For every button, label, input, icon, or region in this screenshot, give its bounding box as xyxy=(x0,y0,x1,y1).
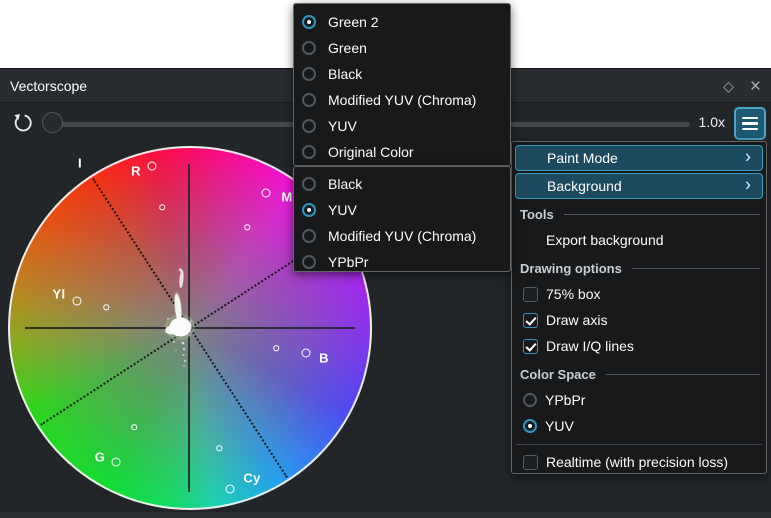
paint-mode-menu-button[interactable]: Paint Mode › xyxy=(515,145,763,171)
paint-mode-item-green2[interactable]: Green 2 xyxy=(294,9,510,35)
radio-icon[interactable] xyxy=(302,203,316,217)
page: Vectorscope ◇ × 1.0x I R M Yl B G Cy xyxy=(0,0,771,518)
radio-label: YUV xyxy=(545,418,574,434)
wheel-label-m: M xyxy=(281,190,292,205)
background-item-ypbpr[interactable]: YPbPr xyxy=(294,249,510,275)
paint-mode-item-modified-yuv[interactable]: Modified YUV (Chroma) xyxy=(294,87,510,113)
target-ring xyxy=(131,424,137,430)
radio-icon[interactable] xyxy=(302,15,316,29)
menu-item-label: Original Color xyxy=(328,144,414,160)
menu-item-label: YUV xyxy=(328,202,357,218)
target-ring xyxy=(112,458,121,467)
options-menu: Paint Mode › Background › Tools Export b… xyxy=(511,141,767,474)
checkbox-icon[interactable] xyxy=(523,287,538,302)
wheel-label-g: G xyxy=(95,450,105,465)
paint-mode-item-green[interactable]: Green xyxy=(294,35,510,61)
paint-mode-item-black[interactable]: Black xyxy=(294,61,510,87)
zoom-slider-handle[interactable] xyxy=(42,112,63,133)
menu-item-label: Black xyxy=(328,66,362,82)
chevron-right-icon: › xyxy=(745,175,751,196)
checkbox-draw-iq-lines[interactable]: Draw I/Q lines xyxy=(512,333,766,359)
menu-item-label: Green 2 xyxy=(328,14,379,30)
target-ring xyxy=(216,445,222,451)
target-ring xyxy=(273,345,279,351)
menu-item-label: Export background xyxy=(546,232,664,248)
radio-icon[interactable] xyxy=(302,67,316,81)
menu-item-label: Modified YUV (Chroma) xyxy=(328,228,476,244)
radio-icon[interactable] xyxy=(302,93,316,107)
menu-item-label: Black xyxy=(328,176,362,192)
checkbox-75-box[interactable]: 75% box xyxy=(512,281,766,307)
radio-icon[interactable] xyxy=(302,145,316,159)
menu-item-label: YPbPr xyxy=(328,254,368,270)
radio-icon[interactable] xyxy=(523,393,537,407)
radio-icon[interactable] xyxy=(302,177,316,191)
checkbox-realtime[interactable]: Realtime (with precision loss) xyxy=(512,449,766,475)
drawing-options-section-header: Drawing options xyxy=(512,255,766,281)
target-ring xyxy=(73,297,82,306)
radio-icon[interactable] xyxy=(302,229,316,243)
paint-mode-item-original-color[interactable]: Original Color xyxy=(294,139,510,165)
paint-mode-item-yuv[interactable]: YUV xyxy=(294,113,510,139)
submenu-label: Background xyxy=(547,178,622,194)
paint-mode-submenu: Green 2 Green Black Modified YUV (Chroma… xyxy=(293,3,511,166)
menu-item-label: Modified YUV (Chroma) xyxy=(328,92,476,108)
background-item-black[interactable]: Black xyxy=(294,171,510,197)
tools-section-header: Tools xyxy=(512,201,766,227)
menu-item-label: Green xyxy=(328,40,367,56)
export-background-item[interactable]: Export background xyxy=(512,227,766,253)
checkbox-checked-icon[interactable] xyxy=(523,339,538,354)
radio-icon[interactable] xyxy=(302,41,316,55)
checkbox-label: Realtime (with precision loss) xyxy=(546,454,728,470)
background-submenu: Black YUV Modified YUV (Chroma) YPbPr xyxy=(293,166,511,272)
wheel-label-cy: Cy xyxy=(243,471,260,486)
checkbox-checked-icon[interactable] xyxy=(523,313,538,328)
chevron-right-icon: › xyxy=(745,147,751,168)
zoom-level-label: 1.0x xyxy=(699,114,725,130)
window-bottom-edge xyxy=(0,512,771,518)
wheel-label-b: B xyxy=(319,351,329,366)
wheel-label-r: R xyxy=(131,164,141,179)
color-space-section-header: Color Space xyxy=(512,361,766,387)
menu-separator xyxy=(516,444,762,445)
checkbox-label: Draw I/Q lines xyxy=(546,338,634,354)
checkbox-label: Draw axis xyxy=(546,312,607,328)
colorspace-item-ypbpr[interactable]: YPbPr xyxy=(512,387,766,413)
checkbox-label: 75% box xyxy=(546,286,600,302)
target-ring xyxy=(103,304,109,310)
target-ring xyxy=(302,349,311,358)
hamburger-menu-button[interactable] xyxy=(734,107,766,140)
radio-selected-icon[interactable] xyxy=(523,419,537,433)
wheel-label-yl: Yl xyxy=(53,287,66,302)
background-menu-button[interactable]: Background › xyxy=(515,173,763,199)
signal-trace-blob xyxy=(150,251,210,381)
target-ring xyxy=(226,485,235,494)
colorspace-item-yuv[interactable]: YUV xyxy=(512,413,766,439)
radio-label: YPbPr xyxy=(545,392,585,408)
menu-item-label: YUV xyxy=(328,118,357,134)
target-ring xyxy=(159,204,165,210)
background-item-modified-yuv[interactable]: Modified YUV (Chroma) xyxy=(294,223,510,249)
window-title: Vectorscope xyxy=(0,78,87,94)
checkbox-icon[interactable] xyxy=(523,455,538,470)
radio-icon[interactable] xyxy=(302,255,316,269)
close-icon[interactable]: × xyxy=(750,77,761,96)
target-ring xyxy=(148,162,157,171)
target-ring xyxy=(244,224,250,230)
target-ring xyxy=(262,189,271,198)
refresh-icon[interactable] xyxy=(12,112,34,134)
float-window-icon[interactable]: ◇ xyxy=(723,79,734,93)
radio-icon[interactable] xyxy=(302,119,316,133)
submenu-label: Paint Mode xyxy=(547,150,618,166)
wheel-label-i: I xyxy=(78,156,82,171)
background-item-yuv[interactable]: YUV xyxy=(294,197,510,223)
checkbox-draw-axis[interactable]: Draw axis xyxy=(512,307,766,333)
